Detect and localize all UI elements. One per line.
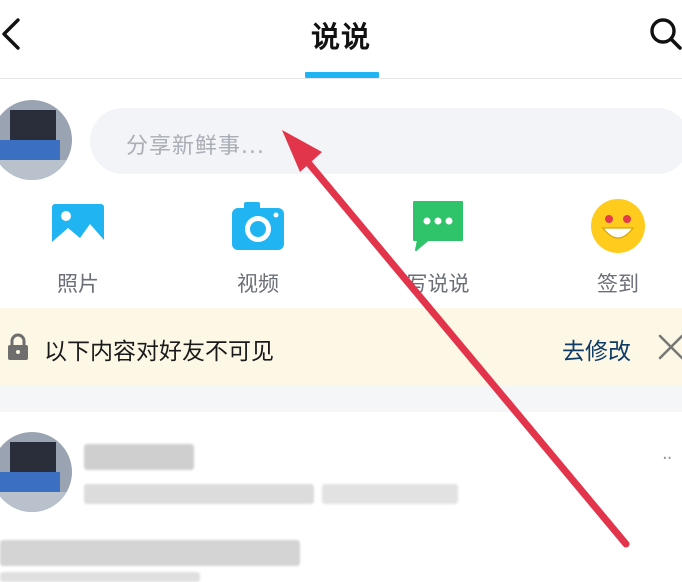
action-write-post-label: 写说说 [406,272,470,296]
post-input[interactable]: 分享新鲜事... [90,108,682,174]
user-avatar[interactable] [0,100,72,180]
camera-icon [232,202,284,250]
feed-content-blurred [0,540,300,566]
action-photo[interactable]: 照片 [18,198,138,298]
page-title: 说说 [310,20,371,54]
chat-bubble-icon [413,201,463,251]
action-check-in[interactable]: 签到 [558,198,678,298]
section-divider [0,386,682,412]
tab-indicator [305,72,379,78]
feed-user-avatar[interactable] [0,432,72,512]
feed-meta-blurred-2 [322,484,458,504]
smiley-icon [591,199,645,253]
lock-icon [8,333,28,360]
more-options-icon[interactable]: ·· [662,448,673,469]
action-check-in-label: 签到 [597,272,639,296]
action-write-post[interactable]: 写说说 [378,198,498,298]
close-icon[interactable] [656,332,682,362]
edit-visibility-link[interactable]: 去修改 [562,332,631,366]
notice-text: 以下内容对好友不可见 [44,339,274,365]
action-photo-label: 照片 [57,272,99,296]
top-bar: 说说 [0,0,682,79]
search-icon[interactable] [646,14,682,54]
feed-meta-blurred [84,484,314,504]
post-input-placeholder: 分享新鲜事... [126,134,265,159]
image-icon [52,204,104,248]
action-video[interactable]: 视频 [198,198,318,298]
feed-username-blurred [84,444,194,470]
visibility-notice: 以下内容对好友不可见 去修改 [0,308,682,386]
action-video-label: 视频 [237,272,279,296]
feed-content-blurred-2 [0,572,200,582]
